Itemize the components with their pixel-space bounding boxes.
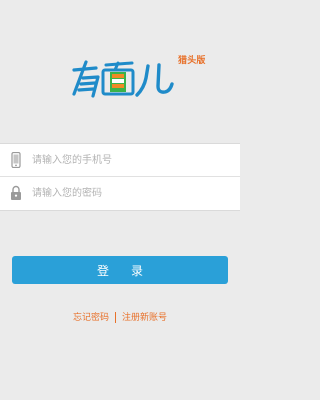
link-separator — [115, 312, 116, 323]
login-screen: 猎头版 登录 — [0, 0, 240, 400]
phone-field-row — [0, 144, 240, 176]
phone-icon — [10, 151, 22, 169]
password-field-row — [0, 177, 240, 209]
login-button[interactable]: 登录 — [12, 256, 228, 284]
phone-input[interactable] — [32, 150, 232, 170]
auth-links: 忘记密码 注册新账号 — [0, 310, 240, 323]
register-link[interactable]: 注册新账号 — [122, 313, 167, 323]
logo-badge: 猎头版 — [178, 56, 206, 66]
forgot-password-link[interactable]: 忘记密码 — [73, 313, 109, 323]
lock-icon — [10, 185, 22, 201]
password-input[interactable] — [32, 183, 232, 203]
login-form — [0, 143, 240, 211]
